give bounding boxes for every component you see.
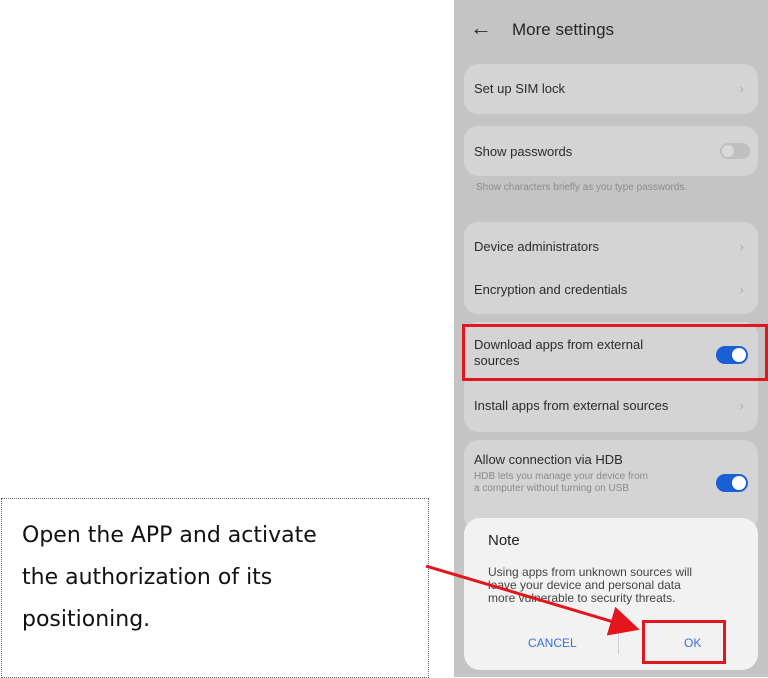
pointer-arrow-icon xyxy=(425,564,640,636)
